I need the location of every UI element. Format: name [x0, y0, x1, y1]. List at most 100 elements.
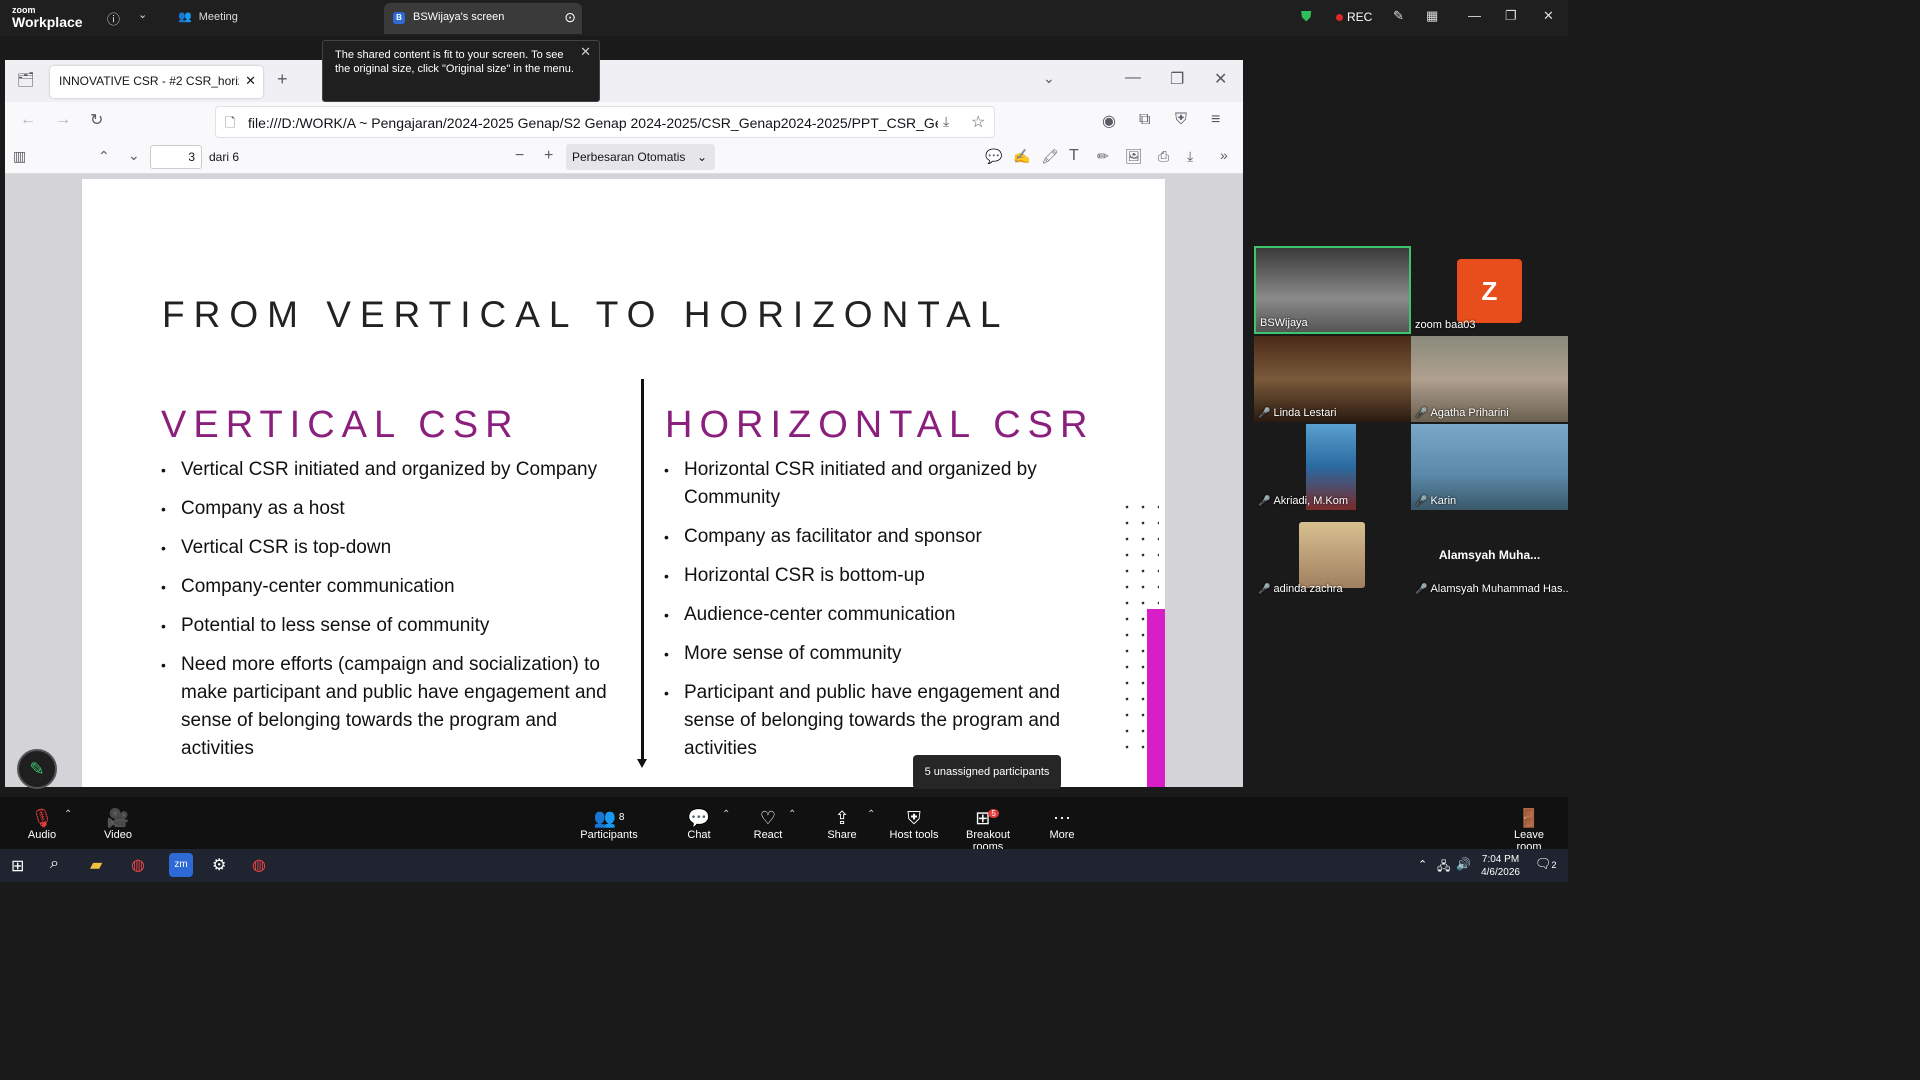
shield-extension-icon[interactable]: ⛨ [1175, 111, 1187, 129]
zoom-in-icon[interactable]: + [544, 147, 553, 165]
video-tile[interactable]: 🎤 Karin [1411, 424, 1568, 510]
minimize-icon[interactable]: — [1468, 8, 1481, 23]
audio-options-chevron-icon[interactable]: ⌃ [64, 809, 72, 820]
chrome-icon[interactable]: ◍ [131, 855, 145, 875]
horizontal-csr-heading: HORIZONTAL CSR [665, 404, 1095, 446]
video-button[interactable]: 🎥 Video [98, 807, 138, 841]
highlight-icon[interactable]: 🖍 [1041, 148, 1059, 165]
share-badge-icon: B [393, 12, 405, 24]
video-tile[interactable]: Z zoom baa03 [1411, 246, 1568, 334]
chrome-window-icon[interactable]: ◍ [252, 855, 266, 875]
annotate-floating-button[interactable]: ✎ [17, 749, 57, 789]
participant-name: Agatha Priharini [1430, 407, 1509, 419]
list-item: Potential to less sense of community [161, 612, 621, 640]
image-icon[interactable]: 🖼 [1125, 148, 1143, 165]
react-label: React [753, 829, 783, 841]
list-item: Audience-center communication [664, 601, 1084, 629]
breakout-badge: 5 [988, 809, 999, 818]
search-icon[interactable]: ⌕ [50, 855, 59, 873]
bookmark-star-icon[interactable]: ☆ [971, 112, 985, 132]
react-options-chevron-icon[interactable]: ⌃ [788, 809, 796, 820]
draw-icon[interactable]: ✏ [1097, 148, 1109, 165]
info-icon[interactable]: ⓘ [107, 9, 120, 28]
zoom-out-icon[interactable]: − [515, 147, 524, 165]
text-tool-icon[interactable]: T [1069, 147, 1079, 165]
more-tools-icon[interactable]: » [1220, 147, 1228, 163]
zoom-logo-big: Workplace [12, 14, 83, 30]
tab-overview-icon[interactable]: 🗂 [17, 71, 35, 88]
extensions-icon[interactable]: ⧉ [1139, 111, 1150, 129]
settings-gear-icon[interactable]: ⚙ [212, 855, 226, 875]
previous-page-icon[interactable]: ⌃ [98, 148, 110, 165]
host-tools-button[interactable]: ⛨ Host tools [888, 807, 940, 841]
unassigned-participants-tooltip: 5 unassigned participants [913, 755, 1061, 789]
volume-icon[interactable]: 🔊 [1456, 857, 1471, 871]
more-options-icon[interactable]: ⊙ [564, 9, 576, 26]
browser-window: 🗂 INNOVATIVE CSR - #2 CSR_horizont ✕ + ⌄… [5, 60, 1243, 787]
next-page-icon[interactable]: ⌄ [128, 147, 140, 164]
avatar [1299, 522, 1365, 588]
sign-icon[interactable]: ✍ [1013, 148, 1030, 165]
video-tile[interactable]: 🎤 Agatha Priharini [1411, 336, 1568, 422]
taskbar-clock[interactable]: 7:04 PM 4/6/2026 [1481, 853, 1520, 879]
reload-icon[interactable]: ↻ [90, 110, 103, 130]
chat-button[interactable]: 💬 Chat [680, 807, 718, 841]
share-options-chevron-icon[interactable]: ⌃ [867, 809, 875, 820]
address-bar[interactable]: 🗋 file:///D:/WORK/A ~ Pengajaran/2024-20… [215, 106, 995, 138]
close-icon[interactable]: ✕ [1543, 8, 1554, 24]
audio-label: Audio [27, 829, 57, 841]
tab-list-chevron-icon[interactable]: ⌄ [1043, 70, 1055, 87]
windows-start-icon[interactable]: ⊞ [11, 856, 24, 876]
download-pdf-icon[interactable]: ⤓ [943, 113, 949, 130]
list-item: Vertical CSR is top-down [161, 534, 621, 562]
zoom-select[interactable]: Perbesaran Otomatis ⌄ [566, 144, 715, 170]
audio-button[interactable]: 🎙 Audio [22, 807, 62, 841]
save-icon[interactable]: ⤓ [1187, 148, 1193, 165]
url-text[interactable]: file:///D:/WORK/A ~ Pengajaran/2024-2025… [248, 115, 938, 131]
share-button[interactable]: ⇪ Share [822, 807, 862, 841]
tray-chevron-icon[interactable]: ⌃ [1418, 858, 1427, 871]
video-tile[interactable]: 🎤 Linda Lestari [1254, 336, 1411, 422]
recording-indicator[interactable]: REC [1336, 10, 1372, 24]
video-tile[interactable]: 🎤 Akriadi, M.Kom [1254, 424, 1411, 510]
comment-icon[interactable]: 💬 [985, 148, 1002, 165]
sidebar-toggle-icon[interactable]: ▥ [13, 148, 26, 165]
meeting-tab[interactable]: 👥 Meeting [178, 10, 238, 23]
new-tab-icon[interactable]: + [277, 69, 288, 90]
account-icon[interactable]: ◉ [1102, 111, 1116, 131]
pdf-viewer[interactable]: FROM VERTICAL TO HORIZONTAL VERTICAL CSR… [5, 174, 1243, 787]
zoom-app-icon[interactable]: zm [169, 853, 193, 877]
video-tile[interactable]: 🎤 adinda zachra [1254, 512, 1411, 598]
browser-minimize-icon[interactable]: — [1125, 69, 1141, 87]
annotate-pen-icon[interactable]: ✎ [1393, 8, 1404, 24]
restore-icon[interactable]: ❐ [1505, 8, 1517, 24]
column-divider [641, 379, 644, 764]
browser-close-icon[interactable]: ✕ [1214, 69, 1227, 89]
leave-room-button[interactable]: 🚪 Leave room [1500, 807, 1558, 853]
video-tile[interactable]: Alamsyah Muha... 🎤 Alamsyah Muhammad Has.… [1411, 512, 1568, 598]
page-number-input[interactable]: 3 [150, 145, 202, 169]
file-explorer-icon[interactable]: ▰ [90, 855, 102, 875]
breakout-rooms-button[interactable]: ⊞5 Breakout rooms [950, 807, 1026, 853]
participants-button[interactable]: 👥 8 Participants [580, 807, 638, 841]
react-button[interactable]: ♡ React [748, 807, 788, 841]
view-layout-icon[interactable]: ▦ [1426, 8, 1438, 24]
menu-icon[interactable]: ≡ [1211, 111, 1220, 129]
more-button[interactable]: ⋯ More [1044, 807, 1080, 841]
network-icon[interactable]: 🖧 [1437, 857, 1450, 878]
tooltip-close-icon[interactable]: ✕ [580, 45, 591, 59]
vertical-csr-heading: VERTICAL CSR [161, 404, 520, 446]
chat-options-chevron-icon[interactable]: ⌃ [722, 809, 730, 820]
tooltip-text: The shared content is fit to your screen… [335, 49, 574, 75]
print-icon[interactable]: ⎙ [1158, 148, 1169, 165]
browser-tab-active[interactable]: INNOVATIVE CSR - #2 CSR_horizont ✕ [50, 66, 263, 98]
security-shield-icon[interactable]: ⛊ [1301, 8, 1312, 25]
tab-close-icon[interactable]: ✕ [245, 73, 256, 89]
video-tile[interactable]: BSWijaya [1254, 246, 1411, 334]
notifications-icon[interactable]: 🗨2 [1535, 856, 1557, 872]
back-icon[interactable]: ← [20, 111, 36, 129]
forward-icon[interactable]: → [55, 111, 71, 129]
chevron-down-icon[interactable]: ⌄ [138, 8, 147, 21]
browser-restore-icon[interactable]: ❐ [1170, 69, 1184, 89]
shared-screen-tab[interactable]: B BSWijaya's screen ⊙ [384, 3, 582, 34]
